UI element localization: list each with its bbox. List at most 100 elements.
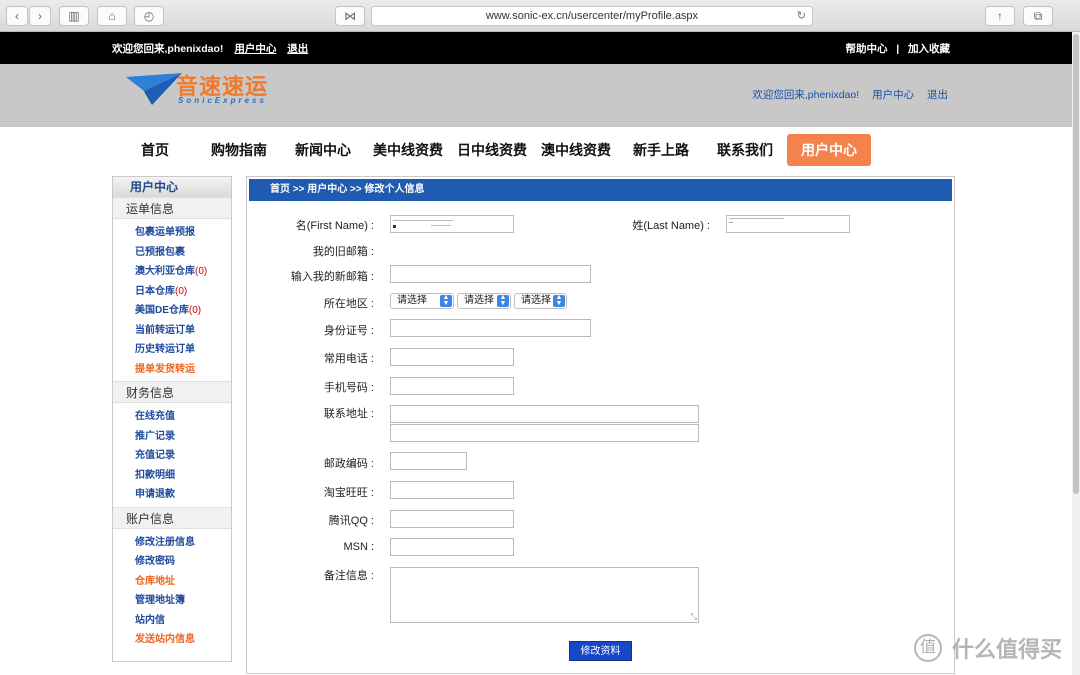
region-select-city[interactable]: 请选择 ▲ ▼ [457,293,511,309]
sidebar-item-label: 澳大利亚仓库 [135,266,195,277]
select-value: 请选择 [521,295,551,306]
logo-sub-text: SonicExpress [178,96,267,105]
paper-plane-icon [126,73,182,105]
sidebar-item-us-de-warehouse[interactable]: 美国DE仓库(0) [113,301,231,321]
submit-button[interactable]: 修改资料 [569,641,632,661]
sidebar-item-recharge-records[interactable]: 充值记录 [113,446,231,466]
sidebar-item-inbox[interactable]: 站内信 [113,611,231,631]
chevron-updown-icon: ▲ ▼ [497,294,509,307]
watermark-text: 什么值得买 [952,637,1063,662]
mobile-field[interactable] [390,377,514,395]
region-label: 所在地区 : [323,298,374,310]
nav-us-china-rates[interactable]: 美中线资费 [368,134,448,166]
sidebar-item-parcel-forecast[interactable]: 包裹运单预报 [113,223,231,243]
topbar-user-center-link[interactable]: 用户中心 [234,43,276,55]
history-icon[interactable]: ◴ [134,6,164,26]
msn-label: MSN : [343,541,374,553]
address-bar[interactable]: www.sonic-ex.cn/usercenter/myProfile.asp… [371,6,813,26]
qq-field[interactable] [390,510,514,528]
sidebar-item-warehouse-address[interactable]: 仓库地址 [113,572,231,592]
taobao-label: 淘宝旺旺 : [323,487,374,499]
address-line1-field[interactable] [390,405,699,423]
new-email-label: 输入我的新邮箱 : [290,271,374,283]
nav-news[interactable]: 新闻中心 [288,134,358,166]
sidebar-item-japan-warehouse[interactable]: 日本仓库(0) [113,282,231,302]
phone-field[interactable] [390,348,514,366]
home-icon[interactable]: ⌂ [97,6,127,26]
nav-aus-china-rates[interactable]: 澳中线资费 [536,134,616,166]
sidebar-item-current-orders[interactable]: 当前转运订单 [113,321,231,341]
breadcrumb: 首页 >> 用户中心 >> 修改个人信息 [249,179,952,201]
count-badge: (0) [188,305,202,316]
select-value: 请选择 [397,295,427,306]
count-badge: (0) [175,285,188,297]
watermark-badge-icon: 值 [914,634,942,662]
id-number-field[interactable] [390,319,591,337]
first-name-field[interactable] [390,215,514,233]
new-email-field[interactable] [390,265,591,283]
qq-label: 腾讯QQ : [328,515,374,527]
browser-toolbar: ‹ › ▥ ⌂ ◴ ⋈ www.sonic-ex.cn/usercenter/m… [0,0,1080,32]
old-email-label: 我的旧邮箱 : [312,246,374,258]
main-nav: 首页 购物指南 新闻中心 美中线资费 日中线资费 澳中线资费 新手上路 联系我们… [112,134,952,166]
nav-beginners[interactable]: 新手上路 [626,134,696,166]
select-value: 请选择 [464,295,494,306]
header-logout-link[interactable]: 退出 [927,89,948,101]
sidebar-item-address-book[interactable]: 管理地址簿 [113,591,231,611]
sidebar-item-edit-registration[interactable]: 修改注册信息 [113,533,231,553]
mobile-label: 手机号码 : [323,382,374,394]
header-user-center-link[interactable]: 用户中心 [872,89,914,101]
reader-icon[interactable]: ⋈ [335,6,365,26]
topbar-welcome: 欢迎您回来,phenixdao! [112,43,224,55]
sidebar-item-australia-warehouse[interactable]: 澳大利亚仓库(0) [113,262,231,282]
sidebar-item-history-orders[interactable]: 历史转运订单 [113,340,231,360]
bookmark-link[interactable]: 加入收藏 [908,43,950,55]
first-name-label: 名(First Name) : [295,220,374,232]
taobao-field[interactable] [390,481,514,499]
region-select-district[interactable]: 请选择 ▲ ▼ [514,293,567,309]
sidebar-item-label: 美国DE仓库 [135,305,189,316]
note-label: 备注信息 : [323,570,374,582]
nav-japan-china-rates[interactable]: 日中线资费 [452,134,532,166]
sidebar-section-finance: 财务信息 [113,381,231,403]
zip-field[interactable] [390,452,467,470]
zip-label: 邮政编码 : [323,458,374,470]
count-badge: (0) [195,266,208,277]
sidebar-item-promotion-records[interactable]: 推广记录 [113,427,231,447]
scrollbar-thumb[interactable] [1073,34,1079,494]
nav-user-center[interactable]: 用户中心 [787,134,871,166]
sidebar-item-refund[interactable]: 申请退款 [113,485,231,505]
nav-home[interactable]: 首页 [130,134,180,166]
forward-icon[interactable]: › [29,6,51,26]
region-select-province[interactable]: 请选择 ▲ ▼ [390,293,454,309]
share-icon[interactable]: ↑ [985,6,1015,26]
reload-icon[interactable]: ↻ [797,7,806,26]
last-name-label: 姓(Last Name) : [632,220,710,232]
nav-contact[interactable]: 联系我们 [710,134,780,166]
sidebar-item-change-password[interactable]: 修改密码 [113,552,231,572]
logo[interactable]: 音速速运 SonicExpress [124,69,294,113]
help-link[interactable]: 帮助中心 [846,43,888,55]
topbar-separator: | [896,43,900,55]
chevron-updown-icon: ▲ ▼ [553,294,565,307]
note-textarea[interactable]: ⤡ [390,567,699,623]
nav-shopping-guide[interactable]: 购物指南 [204,134,274,166]
sidebar-item-online-recharge[interactable]: 在线充值 [113,407,231,427]
sidebar-icon[interactable]: ▥ [59,6,89,26]
sidebar-item-label: 日本仓库 [135,285,175,297]
address-label: 联系地址 : [323,408,374,420]
topbar-logout-link[interactable]: 退出 [287,43,308,55]
id-number-label: 身份证号 : [323,325,374,337]
msn-field[interactable] [390,538,514,556]
last-name-field[interactable] [726,215,850,233]
tabs-icon[interactable]: ⧉ [1023,6,1053,26]
sidebar-item-forecasted-parcels[interactable]: 已预报包裹 [113,243,231,263]
back-icon[interactable]: ‹ [6,6,28,26]
sidebar-item-send-message[interactable]: 发送站内信息 [113,630,231,650]
top-bar: 欢迎您回来,phenixdao! 用户中心 退出 帮助中心 | 加入收藏 [0,32,1080,64]
sidebar-item-ship-transfer[interactable]: 提单发货转运 [113,360,231,380]
resize-handle-icon[interactable]: ⤡ [691,612,697,622]
address-line2-field[interactable] [390,424,699,442]
sidebar-section-waybill: 运单信息 [113,197,231,219]
sidebar-item-deduction-details[interactable]: 扣款明细 [113,466,231,486]
